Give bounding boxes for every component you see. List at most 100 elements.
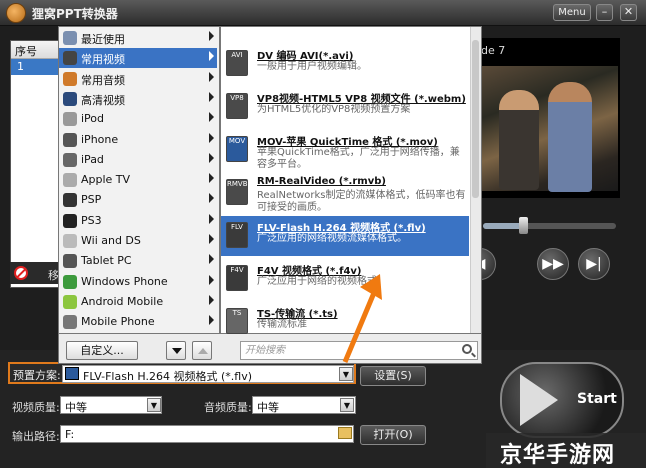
category-label: Tablet PC: [81, 254, 132, 268]
fast-forward-button[interactable]: ▶▶: [537, 248, 569, 280]
format-title: F4V 视频格式 (*.f4v): [257, 266, 362, 277]
category-label: Android Mobile: [81, 294, 164, 308]
chevron-right-icon: [209, 315, 214, 326]
iphone-icon: [63, 132, 77, 147]
custom-button[interactable]: 自定义...: [66, 341, 138, 360]
video-format-icon: FLV: [226, 222, 248, 248]
video-format-icon: RMVB: [226, 179, 248, 205]
format-icon-label: VP8: [230, 94, 244, 102]
search-icon[interactable]: [462, 344, 472, 354]
category-item[interactable]: 高清视频: [59, 89, 217, 109]
next-button[interactable]: ▶|: [578, 248, 610, 280]
scroll-down-button[interactable]: [166, 341, 186, 360]
audio-quality-label: 音频质量:: [204, 401, 252, 414]
video-format-icon: VP8: [226, 93, 248, 119]
category-label: 最近使用: [81, 33, 125, 46]
format-scrollbar-thumb[interactable]: [472, 40, 479, 198]
settings-button[interactable]: 设置(S): [360, 366, 426, 386]
category-item[interactable]: iPhone: [59, 130, 217, 150]
category-label: 高清视频: [81, 93, 125, 107]
category-item[interactable]: 常用音频: [59, 69, 217, 89]
minimize-button[interactable]: –: [596, 4, 613, 21]
chevron-right-icon: [209, 31, 214, 41]
file-list: 序号 1: [10, 40, 60, 288]
format-item[interactable]: RMVB RM-RealVideo (*.rmvb) RealNetworks制定的…: [221, 173, 469, 213]
category-item[interactable]: Windows Phone: [59, 272, 217, 292]
seek-slider-handle[interactable]: [518, 217, 528, 234]
format-title: DV 编码 AVI(*.avi): [257, 51, 354, 62]
remove-icon[interactable]: [14, 266, 28, 280]
format-title: MOV-苹果 QuickTime 格式 (*.mov): [257, 137, 438, 148]
format-icon-label: FLV: [231, 223, 243, 231]
format-item[interactable]: VP8 VP8视频-HTML5 VP8 视频文件 (*.webm) 为HTML5优化…: [221, 87, 469, 127]
fast-forward-icon: ▶▶: [542, 256, 564, 272]
audio-quality-arrow[interactable]: ▼: [340, 398, 354, 412]
category-item[interactable]: PSP: [59, 190, 217, 210]
category-label: Windows Phone: [81, 274, 168, 288]
preset-value: FLV-Flash H.264 视频格式 (*.flv): [83, 370, 253, 383]
chevron-right-icon: [209, 132, 214, 143]
category-item[interactable]: PS3: [59, 211, 217, 231]
scroll-up-button[interactable]: [192, 341, 212, 360]
search-input[interactable]: [240, 341, 478, 360]
start-label: Start: [577, 391, 617, 407]
preset-dropdown-arrow[interactable]: ▼: [339, 367, 353, 381]
output-path-label: 输出路径:: [12, 430, 60, 443]
close-button[interactable]: ✕: [620, 4, 637, 21]
chevron-right-icon: [209, 51, 214, 62]
seek-slider-fill: [483, 223, 523, 229]
audio-quality-value: 中等: [257, 401, 279, 414]
format-description: 为HTML5优化的VP8视频预置方案: [257, 104, 411, 115]
output-path-value: F:: [65, 428, 75, 441]
category-item[interactable]: iPod: [59, 109, 217, 129]
preset-select[interactable]: FLV-Flash H.264 视频格式 (*.flv): [62, 365, 354, 383]
triangle-up-icon: [198, 348, 208, 354]
chevron-right-icon: [209, 91, 214, 102]
category-item[interactable]: Apple TV: [59, 170, 217, 190]
open-button[interactable]: 打开(O): [360, 425, 426, 445]
format-item[interactable]: MOV MOV-苹果 QuickTime 格式 (*.mov) 苹果QuickTim…: [221, 130, 469, 170]
category-item[interactable]: Wii and DS: [59, 231, 217, 251]
category-item[interactable]: Android Mobile: [59, 292, 217, 312]
table-row[interactable]: 1: [11, 59, 59, 75]
category-label: 常用音频: [81, 73, 125, 87]
app-title: 狸窝PPT转换器: [32, 7, 118, 21]
clock-icon: [63, 31, 77, 45]
video-format-icon: TS: [226, 308, 248, 334]
category-item[interactable]: Tablet PC: [59, 251, 217, 271]
format-item[interactable]: AVI DV 编码 AVI(*.avi) 一般用于用户视频编辑。: [221, 44, 469, 84]
folder-icon[interactable]: [338, 427, 352, 439]
category-item[interactable]: iPad: [59, 150, 217, 170]
apple-icon: [63, 173, 77, 188]
chevron-right-icon: [209, 152, 214, 163]
format-title: FLV-Flash H.264 视频格式 (*.flv): [257, 223, 426, 234]
format-title: RM-RealVideo (*.rmvb): [257, 176, 386, 187]
category-item[interactable]: Mobile Phone: [59, 312, 217, 332]
preview-title: de 7: [481, 44, 506, 57]
category-label: 常用视频: [81, 53, 125, 67]
chevron-right-icon: [209, 294, 214, 305]
format-description: 传输流标准: [257, 319, 307, 330]
format-item[interactable]: FLV FLV-Flash H.264 视频格式 (*.flv) 广泛应用的网络视频…: [221, 216, 469, 256]
output-path-input[interactable]: F:: [60, 425, 354, 443]
category-item[interactable]: 最近使用: [59, 28, 217, 48]
video-quality-arrow[interactable]: ▼: [147, 398, 161, 412]
ipod-icon: [63, 112, 77, 127]
format-item[interactable]: F4V F4V 视频格式 (*.f4v) 广泛应用于网络的视频格式。: [221, 259, 469, 299]
wii-icon: [63, 234, 77, 248]
category-item[interactable]: 常用视频: [59, 48, 217, 69]
film-icon: [63, 51, 77, 66]
category-label: iPod: [81, 112, 105, 126]
category-label: Mobile Phone: [81, 315, 155, 329]
menu-button[interactable]: Menu: [553, 4, 591, 21]
category-label: PSP: [81, 193, 102, 207]
chevron-right-icon: [209, 71, 214, 82]
psp-icon: [63, 193, 77, 208]
next-icon: ▶|: [586, 256, 602, 272]
chevron-right-icon: [209, 173, 214, 184]
format-description: 一般用于用户视频编辑。: [257, 61, 367, 72]
video-quality-value: 中等: [65, 401, 87, 414]
preset-label: 预置方案:: [13, 369, 61, 382]
category-label: iPhone: [81, 132, 119, 146]
format-description: RealNetworks制定的流媒体格式，低码率也有可接受的画质。: [257, 190, 466, 213]
